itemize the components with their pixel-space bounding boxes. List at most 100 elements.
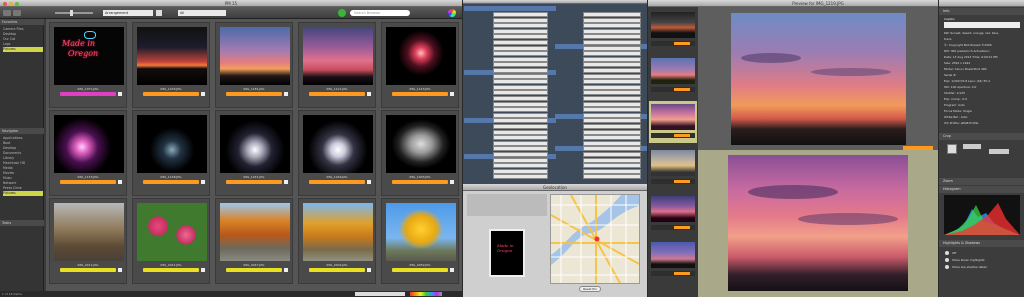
filmstrip-thumbnail[interactable] (651, 58, 695, 84)
select-checkbox[interactable] (367, 180, 371, 184)
metadata-section-header[interactable] (464, 6, 556, 11)
map-view[interactable] (550, 194, 640, 284)
metadata-field[interactable] (493, 23, 548, 29)
arrangement-select[interactable]: Arrangement (103, 10, 153, 16)
crop-header[interactable]: Crop (939, 133, 1024, 140)
metadata-field[interactable] (583, 17, 641, 23)
thumbnail-cell[interactable]: Made in Oregon IMG_1071.JPG (49, 22, 127, 108)
metadata-field[interactable] (493, 174, 548, 180)
metadata-field[interactable] (493, 62, 548, 68)
thumbnail-cell[interactable]: IMG_1143.JPG (381, 22, 459, 108)
metadata-field[interactable] (493, 152, 548, 157)
metadata-field[interactable] (583, 174, 641, 180)
select-checkbox[interactable] (367, 92, 371, 96)
thumbnail-image[interactable] (220, 27, 290, 85)
metadata-field[interactable] (583, 168, 641, 174)
thumbnail-image[interactable]: Made in Oregon (54, 27, 124, 85)
metadata-field[interactable] (493, 79, 548, 85)
metadata-field[interactable] (583, 146, 641, 152)
thumbnail-cell[interactable]: IMG_1003.JPG (381, 110, 459, 196)
metadata-field[interactable] (493, 40, 548, 45)
thumbnail-cell[interactable]: IMG_1181.JPG (215, 22, 293, 108)
metadata-field[interactable] (583, 118, 641, 124)
thumbnail-cell[interactable]: IMG_0411.JPG (49, 198, 127, 284)
metadata-field[interactable] (493, 34, 548, 40)
metadata-field[interactable] (583, 157, 641, 163)
thumbnail-image[interactable] (386, 203, 456, 261)
info-header[interactable]: Info (939, 8, 1024, 15)
metadata-field[interactable] (493, 90, 548, 96)
thumbnail-cell[interactable]: IMG_0441.JPG (132, 198, 210, 284)
metadata-field[interactable] (583, 101, 641, 107)
metadata-field[interactable] (583, 34, 641, 40)
crop-icon[interactable] (947, 144, 957, 154)
metadata-field[interactable] (583, 51, 641, 57)
metadata-field[interactable] (583, 90, 641, 96)
thumbnail-cell[interactable]: IMG_1121.JPG (298, 22, 376, 108)
crop-field[interactable] (963, 144, 981, 149)
color-label-filter[interactable] (410, 292, 442, 296)
metadata-field[interactable] (493, 101, 548, 107)
metadata-field[interactable] (493, 157, 548, 163)
forward-button[interactable] (13, 10, 21, 16)
metadata-field[interactable] (583, 79, 641, 85)
select-checkbox[interactable] (118, 92, 122, 96)
metadata-field[interactable] (493, 118, 548, 124)
filmstrip-thumbnail[interactable] (651, 196, 695, 222)
search-input[interactable]: Search Browser (350, 10, 410, 16)
thumbnail-image[interactable] (386, 115, 456, 173)
metadata-field[interactable] (493, 163, 548, 169)
thumbnail-cell[interactable]: IMG_1153.JPG (49, 110, 127, 196)
thumbnail-image[interactable] (303, 203, 373, 261)
thumbnail-cell[interactable]: IMG_1246.JPG (298, 110, 376, 196)
select-checkbox[interactable] (284, 268, 288, 272)
select-checkbox[interactable] (201, 268, 205, 272)
highlights-shadows-header[interactable]: Highlights & Shadows (939, 240, 1024, 247)
metadata-field[interactable] (493, 168, 548, 174)
select-checkbox[interactable] (450, 268, 454, 272)
metadata-field[interactable] (583, 112, 641, 118)
select-checkbox[interactable] (118, 180, 122, 184)
add-icon[interactable] (338, 9, 346, 17)
filmstrip-thumbnail[interactable] (651, 150, 695, 176)
metadata-field[interactable] (493, 84, 548, 90)
thumbnail-size-slider[interactable] (55, 12, 93, 14)
metadata-field[interactable] (493, 45, 548, 51)
thumbnail-cell[interactable]: IMG_0447.JPG (215, 198, 293, 284)
metadata-field[interactable] (583, 28, 641, 34)
caption-field[interactable] (944, 22, 1020, 28)
hs-radio[interactable] (945, 265, 949, 269)
preview-image-top[interactable] (731, 13, 906, 145)
thumbnail-image[interactable] (303, 115, 373, 173)
metadata-field[interactable] (583, 96, 641, 101)
metadata-field[interactable] (493, 107, 548, 113)
navigator-item-pictures[interactable]: Pictures (3, 191, 43, 196)
thumbnail-image[interactable] (220, 115, 290, 173)
metadata-field[interactable] (493, 146, 548, 152)
select-checkbox[interactable] (450, 180, 454, 184)
histogram-header[interactable]: Histogram (939, 186, 1024, 193)
metadata-field[interactable] (583, 56, 641, 62)
metadata-field[interactable] (583, 73, 641, 79)
crop-settings-button[interactable] (989, 149, 1009, 154)
metadata-field[interactable] (493, 17, 548, 23)
metadata-field[interactable] (583, 163, 641, 169)
metadata-field[interactable] (583, 124, 641, 129)
select-checkbox[interactable] (284, 180, 288, 184)
select-checkbox[interactable] (201, 180, 205, 184)
metadata-field[interactable] (583, 84, 641, 90)
metadata-field[interactable] (493, 124, 548, 129)
thumbnail-cell[interactable]: IMG_1148.JPG (132, 110, 210, 196)
thumbnail-cell[interactable]: IMG_1233.JPG (132, 22, 210, 108)
metadata-field[interactable] (493, 51, 548, 57)
thumbnail-cell[interactable]: IMG_1241.JPG (215, 110, 293, 196)
thumbnail-image[interactable] (220, 203, 290, 261)
metadata-field[interactable] (493, 140, 548, 146)
hs-radio[interactable] (945, 258, 949, 262)
metadata-field[interactable] (583, 135, 641, 141)
metadata-field[interactable] (493, 73, 548, 79)
metadata-field[interactable] (583, 107, 641, 113)
metadata-field[interactable] (583, 40, 641, 45)
metadata-field[interactable] (583, 152, 641, 157)
metadata-field[interactable] (583, 12, 641, 17)
